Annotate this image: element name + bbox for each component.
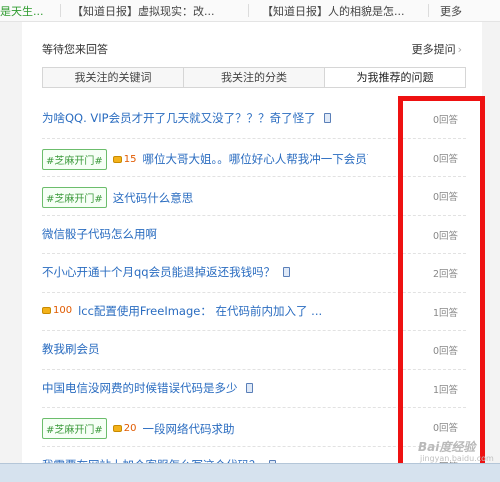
more-questions-label: 更多提问: [411, 43, 456, 56]
coin-icon: [112, 425, 122, 432]
mobile-icon: [245, 382, 253, 393]
reward-badge: 20: [112, 423, 137, 434]
tab-recommended[interactable]: 为我推荐的问题: [325, 68, 465, 87]
divider: [60, 4, 61, 17]
mobile-icon: [323, 113, 331, 123]
question-title-link[interactable]: 教我刷会员: [42, 341, 100, 357]
annotation-highlight-box: [398, 96, 485, 469]
baidu-jingyan-watermark: Bai度经验: [418, 440, 476, 454]
divider: [428, 4, 429, 17]
question-content: 中国电信没网费的时候错误代码是多少: [42, 380, 253, 396]
reward-amount: 100: [53, 305, 73, 316]
chevron-right-icon: ›: [457, 43, 462, 56]
reward-amount: 15: [123, 153, 137, 165]
question-title-link[interactable]: 微信骰子代码怎么用啊: [42, 226, 157, 242]
question-title-link[interactable]: 中国电信没网费的时候错误代码是多少: [42, 380, 238, 396]
news-more-link[interactable]: 更多: [440, 3, 462, 19]
divider: [248, 4, 249, 17]
mobile-icon: [283, 267, 291, 277]
news-item[interactable]: 【知道日报】人的相貌是怎...: [262, 3, 405, 19]
question-tabs: 我关注的关键词 我关注的分类 为我推荐的问题: [42, 67, 466, 88]
news-item[interactable]: 【知道日报】虚拟现实：改...: [72, 3, 215, 19]
question-content: #芝麻开门# 20 一段网络代码求助: [42, 418, 235, 439]
news-strip: 是天生... 【知道日报】虚拟现实：改... 【知道日报】人的相貌是怎... 更…: [0, 0, 500, 22]
question-title-link[interactable]: 一段网络代码求助: [143, 421, 235, 437]
question-title-link[interactable]: 不小心开通十个月qq会员能退掉返还我钱吗？: [42, 264, 275, 280]
question-content: #芝麻开门# 这代码什么意思: [42, 187, 193, 208]
question-content: 不小心开通十个月qq会员能退掉返还我钱吗？: [42, 264, 291, 280]
coin-icon: [112, 155, 122, 163]
topic-tag[interactable]: #芝麻开门#: [42, 187, 107, 208]
panel-title: 等待您来回答: [42, 43, 108, 56]
reward-amount: 20: [123, 423, 137, 434]
question-content: 为啥QQ. VIP会员才开了几天就又没了？？？奇了怪了: [42, 110, 331, 126]
topic-tag[interactable]: #芝麻开门#: [42, 418, 107, 439]
reward-badge: 100: [42, 305, 72, 316]
tab-followed-keywords[interactable]: 我关注的关键词: [43, 68, 184, 87]
question-content: #芝麻开门# 15 哪位大哥大姐。。哪位好心人帮我冲一下会员可: [42, 148, 368, 170]
question-content: 100 lcc配置使用FreeImage： 在代码前内加入了 ...: [42, 303, 322, 319]
question-title-link[interactable]: 为啥QQ. VIP会员才开了几天就又没了？？？奇了怪了: [42, 110, 316, 126]
news-item[interactable]: 是天生...: [0, 3, 44, 19]
question-content: 教我刷会员: [42, 341, 100, 357]
reward-badge: 15: [112, 153, 137, 165]
question-content: 微信骰子代码怎么用啊: [42, 226, 157, 242]
question-title-link[interactable]: 哪位大哥大姐。。哪位好心人帮我冲一下会员可: [143, 151, 368, 167]
taskbar: [0, 463, 500, 482]
question-title-link[interactable]: lcc配置使用FreeImage： 在代码前内加入了 ...: [78, 303, 322, 319]
coin-icon: [42, 307, 51, 314]
topic-tag[interactable]: #芝麻开门#: [42, 148, 107, 170]
more-questions-link[interactable]: 更多提问 ›: [412, 41, 462, 57]
question-title-link[interactable]: 这代码什么意思: [113, 190, 194, 206]
tab-followed-categories[interactable]: 我关注的分类: [184, 68, 325, 87]
watermark-url: jingyan.baidu.com: [420, 454, 494, 463]
